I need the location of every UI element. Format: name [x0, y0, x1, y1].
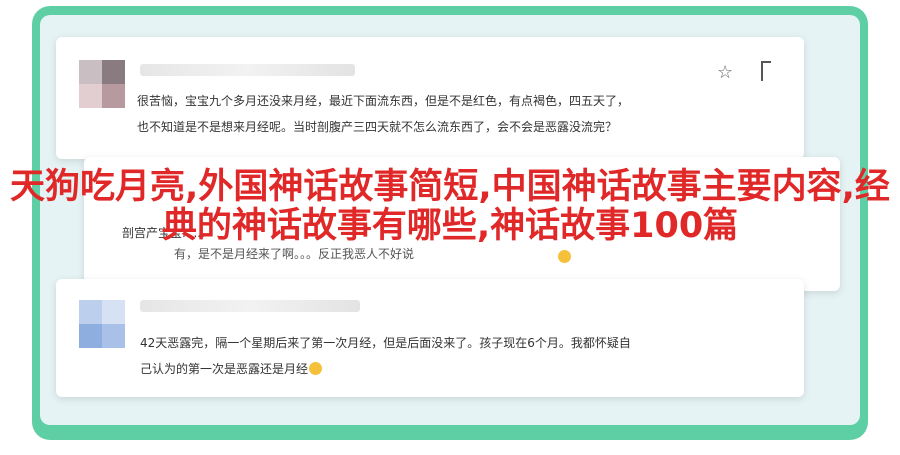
page-title: 天狗吃月亮,外国神话故事简短,中国神话故事主要内容,经典的神话故事有哪些,神话故…: [10, 167, 890, 246]
emoji-icon: [309, 362, 323, 375]
comment-text-body: 己认为的第一次是恶露还是月经: [140, 362, 309, 376]
comment-text: 己认为的第一次是恶露还是月经: [140, 356, 323, 382]
blurred-username: [140, 64, 355, 76]
flag-icon[interactable]: [761, 61, 771, 81]
blurred-username: [140, 300, 360, 312]
avatar: [79, 300, 125, 348]
comment-text: 很苦恼，宝宝九个多月还没来月经，最近下面流东西，但是不是红色，有点褐色，四五天了…: [137, 94, 630, 108]
comment-text: 也不知道是不是想来月经呢。当时剖腹产三四天就不怎么流东西了，会不会是恶露没流完？: [137, 120, 618, 134]
emoji-icon: [558, 250, 571, 263]
comment-text: 42天恶露完，隔一个星期后来了第一次月经，但是后面没来了。孩子现在6个月。我都怀…: [140, 336, 631, 350]
avatar: [79, 60, 125, 108]
star-icon[interactable]: ☆: [717, 62, 733, 83]
